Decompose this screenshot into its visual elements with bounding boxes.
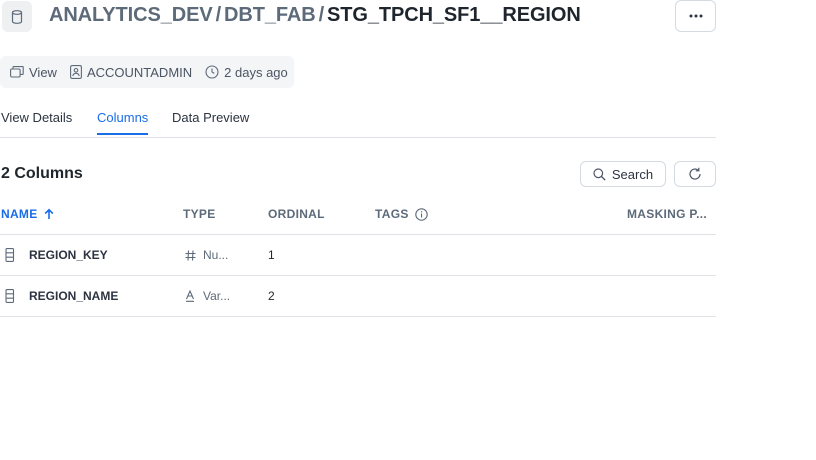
table-row[interactable]: REGION_NAME Var... 2 bbox=[0, 276, 716, 317]
meta-owner-label: ACCOUNTADMIN bbox=[86, 64, 193, 80]
refresh-icon bbox=[689, 167, 701, 180]
owner-badge-icon bbox=[70, 65, 82, 79]
search-button[interactable]: Search bbox=[580, 161, 666, 187]
column-type-label: Var... bbox=[203, 289, 231, 303]
table-row[interactable]: REGION_KEY Nu... 1 bbox=[0, 235, 716, 276]
meta-modified-label: 2 days ago bbox=[224, 64, 288, 80]
column-header-name[interactable]: NAME bbox=[1, 207, 55, 221]
view-icon bbox=[10, 66, 24, 78]
column-header-type[interactable]: TYPE bbox=[183, 207, 216, 221]
ellipsis-icon bbox=[689, 14, 702, 18]
column-ordinal: 2 bbox=[268, 289, 275, 303]
breadcrumb-database[interactable]: ANALYTICS_DEV bbox=[49, 4, 213, 26]
breadcrumb-separator: / bbox=[318, 4, 325, 26]
text-type-icon bbox=[185, 290, 195, 302]
tab-view-details[interactable]: View Details bbox=[1, 110, 72, 133]
column-ordinal: 1 bbox=[268, 248, 275, 262]
column-icon bbox=[5, 289, 15, 303]
hash-icon bbox=[185, 249, 196, 261]
search-icon bbox=[593, 167, 606, 181]
database-icon bbox=[2, 1, 32, 32]
column-type: Nu... bbox=[185, 248, 228, 262]
meta-object-type: View bbox=[10, 65, 57, 80]
tab-bar: View Details Columns Data Preview bbox=[0, 108, 716, 138]
meta-modified: 2 days ago bbox=[205, 65, 288, 80]
refresh-button[interactable] bbox=[674, 161, 716, 187]
column-type-label: Nu... bbox=[203, 248, 229, 262]
breadcrumb-separator: / bbox=[215, 4, 222, 26]
column-header-masking-policy[interactable]: MASKING P... bbox=[627, 207, 707, 221]
column-count-heading: 2 Columns bbox=[1, 165, 83, 182]
column-name: REGION_KEY bbox=[29, 248, 108, 262]
column-header-name-label: NAME bbox=[1, 207, 38, 221]
tab-data-preview[interactable]: Data Preview bbox=[172, 110, 249, 133]
object-name: STG_TPCH_SF1__REGION bbox=[327, 4, 581, 26]
breadcrumb-schema[interactable]: DBT_FAB bbox=[224, 4, 316, 26]
column-icon bbox=[5, 248, 15, 262]
column-header-ordinal[interactable]: ORDINAL bbox=[268, 207, 325, 221]
meta-object-type-label: View bbox=[29, 64, 57, 80]
column-header-tags[interactable]: TAGS bbox=[375, 207, 428, 221]
page-title: ANALYTICS_DEV / DBT_FAB / STG_TPCH_SF1__REGI… bbox=[49, 4, 581, 27]
column-type: Var... bbox=[185, 289, 230, 303]
sort-ascending-icon bbox=[44, 208, 53, 219]
column-header-tags-label: TAGS bbox=[375, 207, 409, 221]
search-button-label: Search bbox=[611, 166, 654, 182]
column-name: REGION_NAME bbox=[29, 289, 119, 303]
more-options-button[interactable] bbox=[675, 0, 716, 32]
object-meta-bar: View ACCOUNTADMIN 2 days ago bbox=[0, 56, 294, 88]
tab-columns[interactable]: Columns bbox=[97, 110, 149, 135]
meta-owner: ACCOUNTADMIN bbox=[70, 65, 192, 80]
clock-icon bbox=[205, 65, 219, 79]
info-icon[interactable] bbox=[414, 207, 428, 221]
